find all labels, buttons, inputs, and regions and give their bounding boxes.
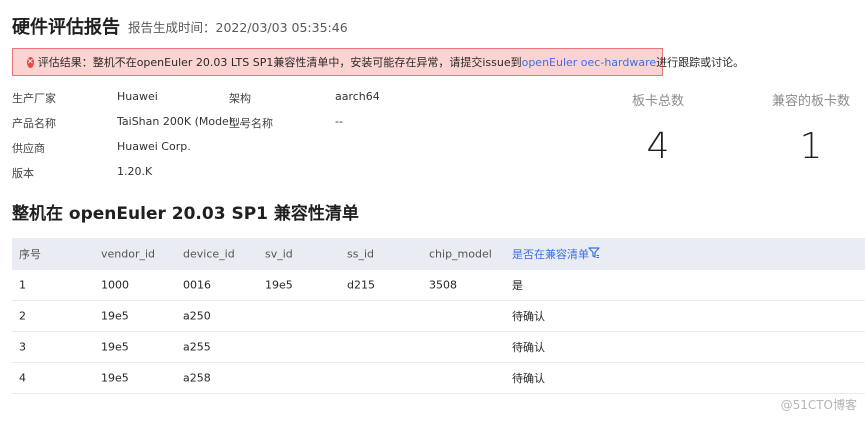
compatible-cards-label: 兼容的板卡数 xyxy=(771,94,850,109)
total-cards-label: 板卡总数 xyxy=(631,94,684,109)
product-label: 产品名称 xyxy=(12,117,56,130)
model-value: -- xyxy=(335,115,343,128)
version-label: 版本 xyxy=(12,167,34,180)
col-header-ss-id[interactable]: ss_id xyxy=(347,248,374,261)
vendor-value: Huawei Corp. xyxy=(117,140,191,153)
manufacturer-label: 生产厂家 xyxy=(12,92,56,105)
alert-text-suffix: 进行跟踪或讨论。 xyxy=(656,56,745,69)
col-header-sv-id[interactable]: sv_id xyxy=(265,248,293,261)
cell-vendor-id: 19e5 xyxy=(101,309,129,323)
cell-device-id: 0016 xyxy=(183,278,211,292)
vendor-label: 供应商 xyxy=(12,142,45,155)
table-row: 3 19e5 a255 待确认 xyxy=(12,332,865,363)
arch-label: 架构 xyxy=(229,92,251,105)
watermark: @51CTO博客 xyxy=(780,398,857,412)
filter-icon[interactable] xyxy=(588,247,600,262)
compatibility-table: 序号 vendor_id device_id sv_id ss_id chip_… xyxy=(12,238,865,394)
cell-vendor-id: 19e5 xyxy=(101,371,129,385)
table-row: 1 1000 0016 19e5 d215 3508 是 xyxy=(12,270,865,301)
compatibility-list-title: 整机在 openEuler 20.03 SP1 兼容性清单 xyxy=(12,204,359,224)
cell-index: 4 xyxy=(19,371,26,385)
col-header-index[interactable]: 序号 xyxy=(19,246,41,262)
cell-in-compat-list: 是 xyxy=(512,279,523,292)
product-value: TaiShan 200K (Model ... xyxy=(117,115,246,128)
col-header-vendor-id[interactable]: vendor_id xyxy=(101,248,155,261)
alert-text: 评估结果：整机不在openEuler 20.03 LTS SP1兼容性清单中，安… xyxy=(37,56,522,69)
cell-chip-model: 3508 xyxy=(429,278,457,292)
manufacturer-value: Huawei xyxy=(117,90,158,103)
col-header-in-compat-list[interactable]: 是否在兼容清单 xyxy=(512,246,589,262)
cell-vendor-id: 19e5 xyxy=(101,340,129,354)
error-circle-icon: ✕ xyxy=(27,56,34,68)
cell-in-compat-list: 待确认 xyxy=(512,372,545,385)
evaluation-result-alert: ✕ 评估结果：整机不在openEuler 20.03 LTS SP1兼容性清单中… xyxy=(12,48,744,76)
arch-value: aarch64 xyxy=(335,90,380,103)
table-header: 序号 vendor_id device_id sv_id ss_id chip_… xyxy=(12,238,865,270)
table-row: 2 19e5 a250 待确认 xyxy=(12,301,865,332)
cell-device-id: a258 xyxy=(183,371,211,385)
table-row: 4 19e5 a258 待确认 xyxy=(12,363,865,394)
cell-in-compat-list: 待确认 xyxy=(512,310,545,323)
oec-hardware-link[interactable]: openEuler oec-hardware xyxy=(522,56,657,69)
total-cards-value: 4 xyxy=(646,126,670,167)
col-header-chip-model[interactable]: chip_model xyxy=(429,248,492,261)
cell-index: 3 xyxy=(19,340,26,354)
cell-index: 1 xyxy=(19,278,26,292)
page-title: 硬件评估报告 xyxy=(12,17,120,38)
version-value: 1.20.K xyxy=(117,165,153,178)
report-generated-time: 报告生成时间：2022/03/03 05:35:46 xyxy=(128,20,348,35)
cell-vendor-id: 1000 xyxy=(101,278,129,292)
cell-device-id: a250 xyxy=(183,309,211,323)
cell-ss-id: d215 xyxy=(347,278,375,292)
cell-in-compat-list: 待确认 xyxy=(512,341,545,354)
col-header-device-id[interactable]: device_id xyxy=(183,248,235,261)
model-label: 型号名称 xyxy=(229,117,273,130)
cell-sv-id: 19e5 xyxy=(265,278,293,292)
compatible-cards-value: 1 xyxy=(799,126,823,167)
cell-index: 2 xyxy=(19,309,26,323)
cell-device-id: a255 xyxy=(183,340,211,354)
